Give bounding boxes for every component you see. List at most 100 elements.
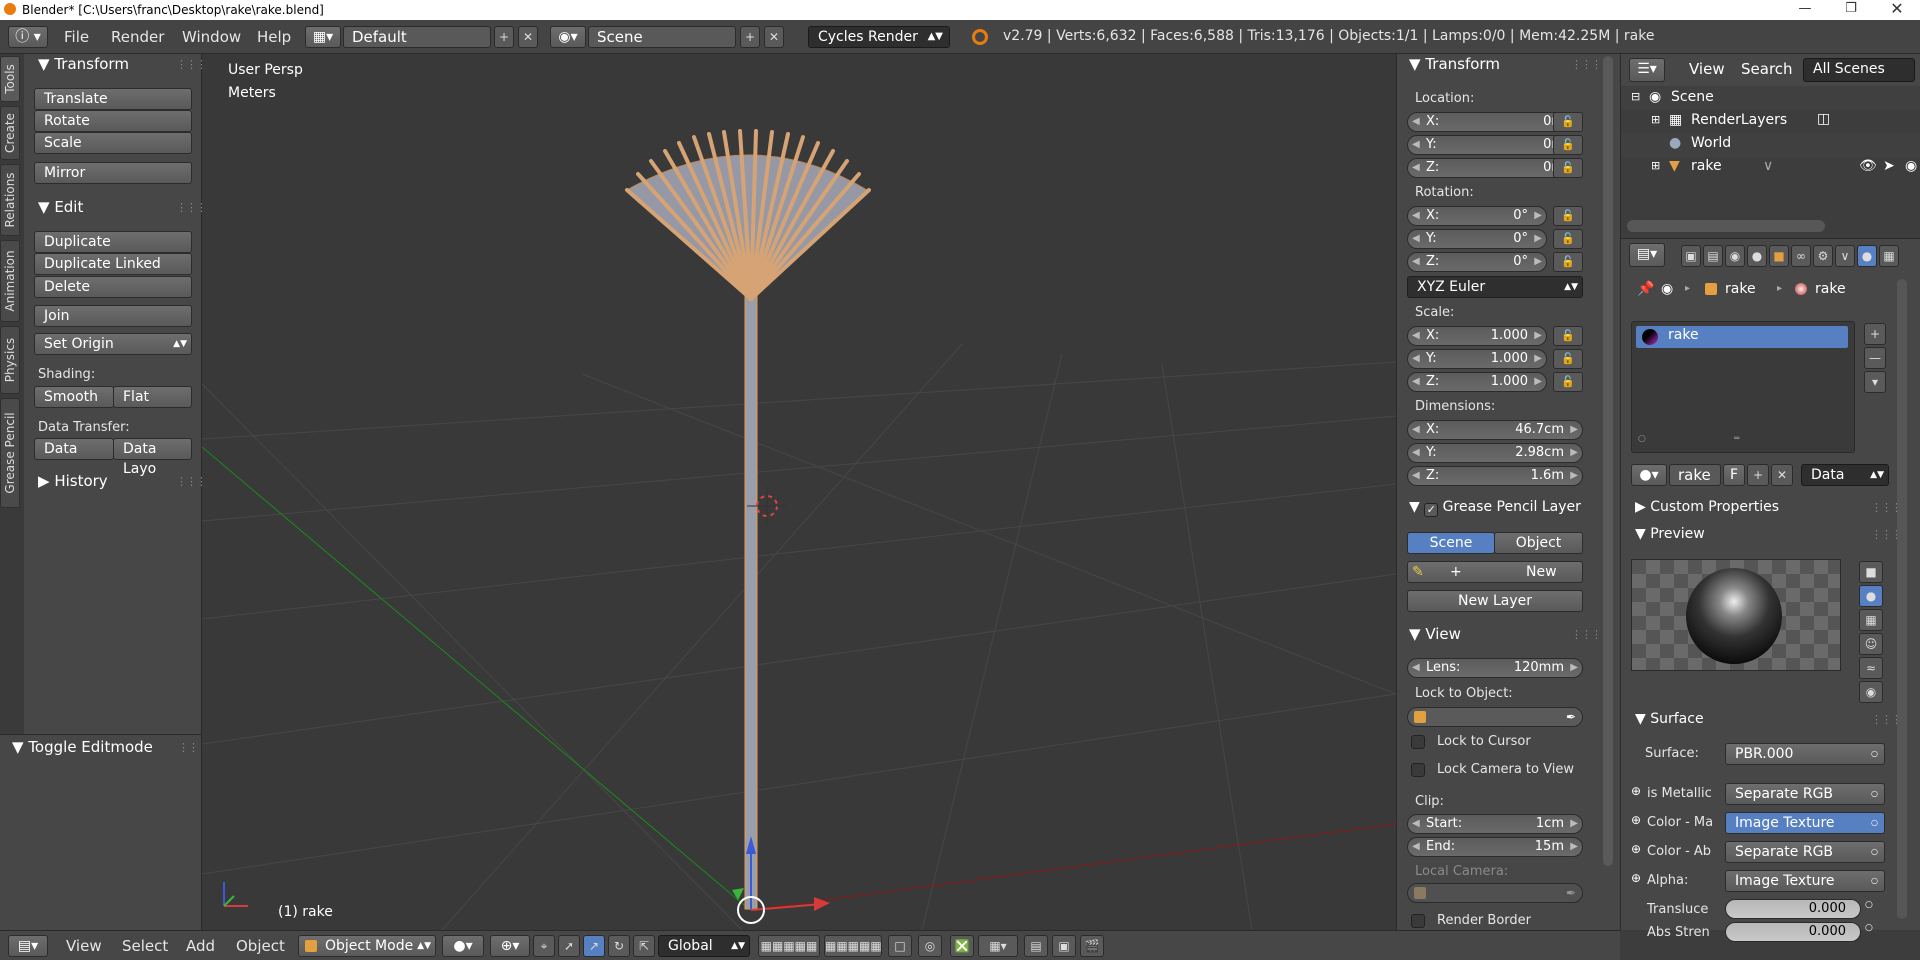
material-slot-row[interactable]: rake [1636, 326, 1848, 348]
delete-button[interactable]: Delete [34, 276, 192, 298]
panel-grip-icon[interactable]: ⋮⋮ [178, 741, 199, 754]
properties-editor-type-icon[interactable]: ▤▾ [1629, 243, 1665, 267]
add-layout-icon[interactable]: + [494, 26, 514, 48]
translucency-field[interactable]: 0.000 [1725, 899, 1861, 919]
gp-scene-toggle[interactable]: Scene [1407, 532, 1495, 554]
input-color-ab-link[interactable]: Separate RGB ○ [1725, 841, 1885, 863]
interaction-mode-select[interactable]: Object Mode ▲▼ [298, 935, 436, 957]
tab-create[interactable]: Create [0, 106, 20, 160]
new-material-icon[interactable]: + [1747, 464, 1769, 486]
fake-user-button[interactable]: F [1723, 464, 1745, 486]
input-color-ma-link[interactable]: Image Texture ○ [1725, 812, 1885, 834]
toggle-editmode-header[interactable]: ▼ Toggle Editmode [12, 738, 153, 756]
render-border-checkbox[interactable] [1411, 914, 1425, 928]
panel-grip-icon[interactable]: ⋮⋮⋮ [1571, 58, 1602, 71]
custom-properties-header[interactable]: ▶ Custom Properties [1635, 499, 1779, 515]
snap-element-icon[interactable]: ▦▾ [978, 935, 1018, 957]
tab-animation[interactable]: Animation [0, 240, 20, 322]
manipulator-rotate-icon[interactable]: ↻ [608, 935, 630, 957]
data-transfer-button[interactable]: Data [34, 438, 114, 460]
proportional-editing-icon[interactable]: ◎ [918, 935, 942, 957]
duplicate-button[interactable]: Duplicate [34, 231, 192, 253]
menu-render[interactable]: Render [111, 28, 164, 46]
history-panel-header[interactable]: ▶ History [38, 472, 108, 490]
collapse-icon[interactable]: ⊟ [1631, 90, 1640, 103]
lock-location-y-icon[interactable]: 🔓 [1553, 135, 1583, 155]
preview-flat-icon[interactable]: ■ [1859, 561, 1883, 583]
lock-rotation-z-icon[interactable]: 🔓 [1553, 252, 1583, 272]
menu-window[interactable]: Window [182, 28, 241, 46]
flat-button[interactable]: Flat [113, 386, 192, 408]
scale-x-field[interactable]: ◀ X: 1.000 ▶ [1407, 326, 1547, 346]
eyedropper-icon[interactable]: ✒ [1566, 883, 1576, 903]
material-name-field[interactable]: rake [1669, 464, 1721, 486]
material-browse-icon[interactable]: ●▾ [1631, 464, 1667, 486]
sidebar-scroll-thumb[interactable] [1603, 56, 1613, 866]
lock-rotation-x-icon[interactable]: 🔓 [1553, 206, 1583, 226]
manipulator-scale-icon[interactable]: ⇱ [633, 935, 655, 957]
remove-scene-icon[interactable]: ✕ [764, 26, 784, 48]
rotation-z-field[interactable]: ◀ Z: 0° ▶ [1407, 252, 1547, 272]
manipulator-axes-icon[interactable]: ➚ [558, 935, 580, 957]
outliner-item-renderlayers[interactable]: RenderLayers [1691, 112, 1787, 128]
3d-viewport[interactable]: User Persp Meters (1) rake [202, 54, 1396, 930]
expand-icon[interactable]: ⊞ [1651, 113, 1660, 126]
footer-menu-add[interactable]: Add [186, 937, 215, 955]
render-engine-select[interactable]: Cycles Render ▲▼ [808, 26, 950, 48]
tab-tools[interactable]: Tools [0, 56, 20, 102]
remove-layout-icon[interactable]: ✕ [518, 26, 538, 48]
rotation-mode-select[interactable]: XYZ Euler ▲▼ [1407, 276, 1583, 298]
link-socket-icon[interactable]: ○ [1865, 923, 1873, 933]
eyedropper-icon[interactable]: ✒ [1566, 707, 1576, 727]
tab-grease-pencil[interactable]: Grease Pencil [0, 398, 20, 508]
transform-panel-header[interactable]: ▼ Transform [38, 55, 129, 73]
viewport-shading-icon[interactable]: ●▾ [442, 935, 484, 957]
maximize-icon[interactable]: ❐ [1828, 0, 1874, 20]
viewport-editor-type-icon[interactable]: ▤▾ [8, 935, 48, 957]
clip-start-field[interactable]: ◀ Start: 1cm ▶ [1407, 814, 1583, 834]
footer-menu-select[interactable]: Select [122, 937, 168, 955]
object-tab-icon[interactable]: ■ [1769, 245, 1789, 267]
rotate-button[interactable]: Rotate [34, 110, 192, 132]
tab-relations[interactable]: Relations [0, 164, 20, 236]
close-icon[interactable]: ✕ [1874, 0, 1920, 20]
input-metallic-link[interactable]: Separate RGB ○ [1725, 783, 1885, 805]
unlink-material-icon[interactable]: ✕ [1771, 464, 1793, 486]
outliner-hscrollbar[interactable] [1627, 220, 1825, 232]
expand-input-icon[interactable]: ⊕ [1631, 813, 1641, 827]
dimensions-x-field[interactable]: ◀ X: 46.7cm ▶ [1407, 420, 1583, 440]
modifiers-tab-icon[interactable]: ⚙ [1813, 245, 1833, 267]
world-tab-icon[interactable]: ● [1747, 245, 1767, 267]
clip-end-field[interactable]: ◀ End: 15m ▶ [1407, 837, 1583, 857]
outliner-item-scene[interactable]: Scene [1671, 89, 1714, 105]
link-mode-select[interactable]: Data ▲▼ [1801, 464, 1889, 486]
footer-menu-object[interactable]: Object [236, 937, 285, 955]
rotation-x-field[interactable]: ◀ X: 0° ▶ [1407, 206, 1547, 226]
dimensions-z-field[interactable]: ◀ Z: 1.6m ▶ [1407, 466, 1583, 486]
panel-grip-icon[interactable]: ⋮⋮⋮ [1571, 628, 1602, 641]
outliner-view-menu[interactable]: View [1689, 60, 1725, 78]
renderability-camera-icon[interactable]: ◉ [1905, 158, 1917, 174]
snap-toggle-icon[interactable]: ❎ [950, 935, 974, 957]
texture-tab-icon[interactable]: ▦ [1879, 245, 1899, 267]
expand-input-icon[interactable]: ⊕ [1631, 842, 1641, 856]
minimize-icon[interactable]: — [1782, 0, 1828, 20]
outliner-display-mode-select[interactable]: All Scenes [1803, 58, 1915, 82]
list-resize-grip-icon[interactable]: ═ [1734, 434, 1739, 444]
pivot-point-icon[interactable]: ⊕▾ [490, 935, 530, 957]
mirror-button[interactable]: Mirror [34, 162, 192, 184]
transform-orientation-select[interactable]: Global ▲▼ [658, 935, 750, 957]
slot-specials-icon[interactable]: ▾ [1864, 371, 1886, 393]
smooth-button[interactable]: Smooth [34, 386, 114, 408]
add-slot-icon[interactable]: + [1864, 323, 1886, 345]
join-button[interactable]: Join [34, 305, 192, 327]
duplicate-linked-button[interactable]: Duplicate Linked [34, 253, 192, 275]
menu-help[interactable]: Help [257, 28, 291, 46]
layout-browse-icon[interactable]: ▦▾ [305, 26, 341, 48]
lens-field[interactable]: ◀ Lens: 120mm ▶ [1407, 658, 1583, 678]
render-tab-icon[interactable]: ▣ [1681, 245, 1701, 267]
screen-layout-field[interactable]: Default [343, 26, 491, 48]
data-layout-button[interactable]: Data Layo [113, 438, 192, 477]
scene-tab-icon[interactable]: ◉ [1725, 245, 1745, 267]
transform-panel-header[interactable]: ▼ Transform [1409, 55, 1500, 73]
